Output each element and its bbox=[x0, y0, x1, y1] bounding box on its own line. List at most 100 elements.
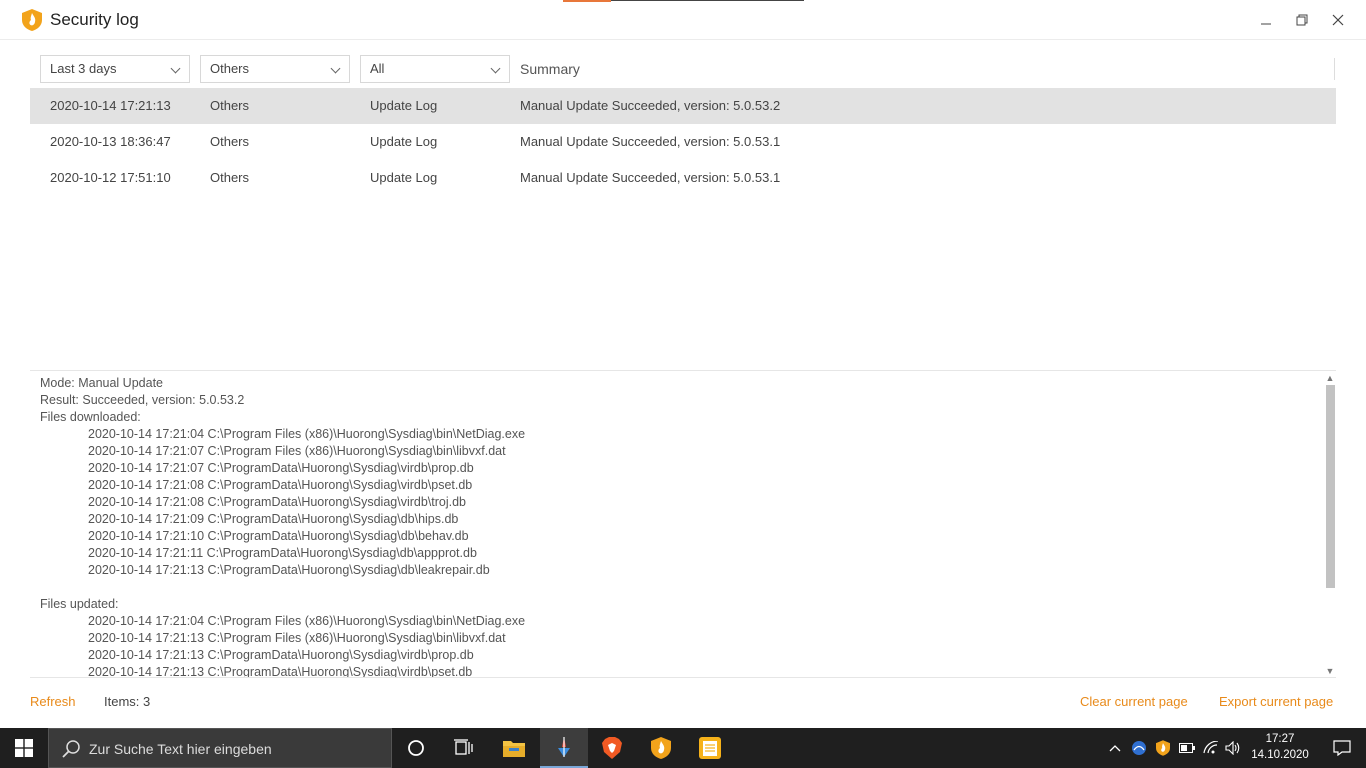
start-button[interactable] bbox=[0, 728, 48, 768]
downloaded-file-line: 2020-10-14 17:21:08 C:\ProgramData\Huoro… bbox=[88, 478, 473, 492]
search-placeholder: Zur Suche Text hier eingeben bbox=[89, 741, 272, 757]
type-value: Others bbox=[210, 61, 250, 76]
detail-result: Result: Succeeded, version: 5.0.53.2 bbox=[40, 393, 245, 407]
search-icon bbox=[62, 740, 80, 758]
task-view-button[interactable] bbox=[440, 728, 488, 768]
updated-file-line: 2020-10-14 17:21:13 C:\ProgramData\Huoro… bbox=[88, 648, 474, 662]
table-row[interactable]: 2020-10-14 17:21:13 Others Update Log Ma… bbox=[30, 88, 1336, 124]
chevron-down-icon bbox=[170, 63, 181, 74]
chevron-down-icon bbox=[330, 63, 341, 74]
minimize-icon bbox=[1261, 23, 1271, 25]
file-explorer-button[interactable] bbox=[490, 728, 538, 768]
minimize-button[interactable] bbox=[1256, 10, 1276, 30]
pinned-app-icon bbox=[558, 737, 570, 757]
brave-browser-icon bbox=[602, 737, 622, 759]
tray-battery[interactable] bbox=[1176, 728, 1198, 768]
volume-icon bbox=[1225, 741, 1240, 755]
scrollbar-thumb[interactable] bbox=[1326, 385, 1335, 588]
row-category: Update Log bbox=[370, 98, 438, 113]
window-title: Security log bbox=[50, 10, 139, 29]
header-divider bbox=[1334, 58, 1335, 80]
scroll-down-arrow-icon[interactable]: ▼ bbox=[1325, 666, 1335, 676]
downloaded-file-line: 2020-10-14 17:21:09 C:\ProgramData\Huoro… bbox=[88, 512, 459, 526]
detail-updated-label: Files updated: bbox=[40, 597, 119, 611]
cortana-icon bbox=[408, 740, 424, 756]
export-current-page-link[interactable]: Export current page bbox=[1219, 694, 1333, 709]
table-row[interactable]: 2020-10-13 18:36:47 Others Update Log Ma… bbox=[30, 124, 1336, 160]
downloaded-file-line: 2020-10-14 17:21:13 C:\ProgramData\Huoro… bbox=[88, 563, 490, 577]
close-button[interactable] bbox=[1328, 10, 1348, 30]
downloaded-file-line: 2020-10-14 17:21:08 C:\ProgramData\Huoro… bbox=[88, 495, 466, 509]
row-category: Update Log bbox=[370, 170, 438, 185]
row-time: 2020-10-12 17:51:10 bbox=[50, 170, 171, 185]
windows-start-icon bbox=[15, 739, 33, 757]
category-value: All bbox=[370, 61, 385, 76]
updated-file-line: 2020-10-14 17:21:13 C:\Program Files (x8… bbox=[88, 631, 506, 645]
row-time: 2020-10-13 18:36:47 bbox=[50, 134, 171, 149]
row-summary: Manual Update Succeeded, version: 5.0.53… bbox=[520, 134, 781, 149]
row-category: Update Log bbox=[370, 134, 438, 149]
pinned-app-button[interactable] bbox=[540, 728, 588, 768]
clear-current-page-link[interactable]: Clear current page bbox=[1080, 694, 1188, 709]
downloaded-file-line: 2020-10-14 17:21:04 C:\Program Files (x8… bbox=[88, 427, 526, 441]
title-bar: Security log bbox=[0, 0, 1366, 40]
maximize-button[interactable] bbox=[1292, 10, 1312, 30]
refresh-link[interactable]: Refresh bbox=[30, 694, 76, 709]
tray-network-app[interactable] bbox=[1128, 728, 1150, 768]
restore-icon bbox=[1296, 14, 1308, 26]
row-type: Others bbox=[210, 134, 250, 149]
detail-mode: Mode: Manual Update bbox=[40, 376, 163, 390]
notes-app-button[interactable] bbox=[686, 728, 734, 768]
downloaded-file-line: 2020-10-14 17:21:07 C:\ProgramData\Huoro… bbox=[88, 461, 474, 475]
taskbar-clock[interactable]: 17:27 14.10.2020 bbox=[1246, 731, 1314, 763]
time-range-value: Last 3 days bbox=[50, 61, 117, 76]
row-time: 2020-10-14 17:21:13 bbox=[50, 98, 171, 113]
close-icon bbox=[1332, 14, 1344, 26]
detail-downloaded-label: Files downloaded: bbox=[40, 410, 141, 424]
row-summary: Manual Update Succeeded, version: 5.0.53… bbox=[520, 98, 781, 113]
wifi-icon bbox=[1203, 741, 1219, 754]
brave-browser-button[interactable] bbox=[588, 728, 636, 768]
updated-file-line: 2020-10-14 17:21:04 C:\Program Files (x8… bbox=[88, 614, 526, 628]
items-count: Items: 3 bbox=[104, 694, 151, 709]
downloaded-file-line: 2020-10-14 17:21:10 C:\ProgramData\Huoro… bbox=[88, 529, 469, 543]
table-row[interactable]: 2020-10-12 17:51:10 Others Update Log Ma… bbox=[30, 160, 1336, 196]
notification-center-button[interactable] bbox=[1318, 728, 1366, 768]
log-detail-text: Mode: Manual Update Result: Succeeded, v… bbox=[40, 375, 526, 678]
scroll-up-arrow-icon[interactable]: ▲ bbox=[1325, 373, 1335, 383]
network-app-icon bbox=[1132, 741, 1146, 755]
updated-file-line: 2020-10-14 17:21:13 C:\ProgramData\Huoro… bbox=[88, 665, 473, 678]
task-view-icon bbox=[454, 739, 473, 755]
category-dropdown[interactable]: All bbox=[360, 55, 510, 83]
notification-icon bbox=[1333, 740, 1351, 756]
row-type: Others bbox=[210, 170, 250, 185]
tray-huorong[interactable] bbox=[1152, 728, 1174, 768]
file-explorer-icon bbox=[503, 741, 525, 757]
notes-app-icon bbox=[699, 737, 721, 759]
battery-icon bbox=[1179, 743, 1195, 753]
tray-wifi[interactable] bbox=[1200, 728, 1222, 768]
huorong-tray-icon bbox=[1156, 740, 1170, 756]
summary-column-header: Summary bbox=[520, 61, 580, 77]
downloaded-file-line: 2020-10-14 17:21:11 C:\ProgramData\Huoro… bbox=[88, 546, 477, 560]
chevron-down-icon bbox=[490, 63, 501, 74]
clock-date: 14.10.2020 bbox=[1251, 749, 1309, 761]
top-accent-bar bbox=[563, 0, 611, 2]
time-range-dropdown[interactable]: Last 3 days bbox=[40, 55, 190, 83]
taskbar: Zur Suche Text hier eingeben 17:27 14.10… bbox=[0, 728, 1366, 768]
cortana-button[interactable] bbox=[392, 728, 440, 768]
tray-expand-button[interactable] bbox=[1104, 728, 1126, 768]
row-summary: Manual Update Succeeded, version: 5.0.53… bbox=[520, 170, 781, 185]
huorong-button[interactable] bbox=[637, 728, 685, 768]
row-type: Others bbox=[210, 98, 250, 113]
top-accent-line bbox=[611, 0, 804, 1]
type-dropdown[interactable]: Others bbox=[200, 55, 350, 83]
tray-volume[interactable] bbox=[1222, 728, 1244, 768]
huorong-icon bbox=[651, 737, 671, 759]
downloaded-file-line: 2020-10-14 17:21:07 C:\Program Files (x8… bbox=[88, 444, 506, 458]
chevron-up-icon bbox=[1109, 745, 1121, 752]
clock-time: 17:27 bbox=[1265, 733, 1295, 745]
log-detail-panel[interactable]: Mode: Manual Update Result: Succeeded, v… bbox=[30, 370, 1336, 678]
taskbar-search-box[interactable]: Zur Suche Text hier eingeben bbox=[48, 728, 392, 768]
